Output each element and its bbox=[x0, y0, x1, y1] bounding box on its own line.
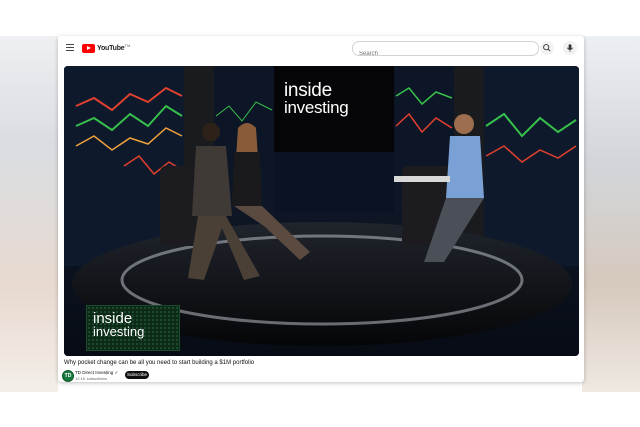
logo-trademark: TM bbox=[124, 42, 131, 48]
subscriber-count: 12.1K subscribers bbox=[75, 376, 108, 381]
search-input[interactable] bbox=[353, 48, 509, 60]
youtube-window: YouTube TM Search inside investing insid… bbox=[58, 36, 584, 382]
banner-line-1: inside bbox=[284, 80, 332, 101]
lower-third-line-2: investing bbox=[93, 324, 145, 339]
search-icon bbox=[543, 44, 551, 52]
video-player[interactable]: inside investing inside investing bbox=[64, 66, 579, 356]
background-blur-right bbox=[582, 36, 640, 392]
menu-icon[interactable] bbox=[66, 44, 74, 51]
channel-avatar[interactable]: TD bbox=[62, 370, 74, 382]
background-blur-left bbox=[0, 36, 58, 392]
search-button[interactable] bbox=[540, 41, 554, 55]
video-title[interactable]: Why pocket change can be all you need to… bbox=[64, 360, 254, 366]
search-box bbox=[352, 41, 539, 60]
show-title-banner: inside investing bbox=[284, 80, 392, 117]
banner-line-2: investing bbox=[284, 98, 349, 117]
subscribe-button[interactable]: Subscribe bbox=[125, 371, 149, 379]
masthead: YouTube TM bbox=[58, 36, 584, 60]
logo-text: YouTube bbox=[97, 44, 125, 52]
lower-third-logo: inside investing bbox=[86, 305, 180, 351]
microphone-icon bbox=[566, 44, 574, 52]
youtube-play-icon bbox=[82, 43, 95, 53]
voice-search-button[interactable] bbox=[563, 41, 577, 55]
youtube-logo[interactable]: YouTube TM bbox=[82, 43, 130, 53]
